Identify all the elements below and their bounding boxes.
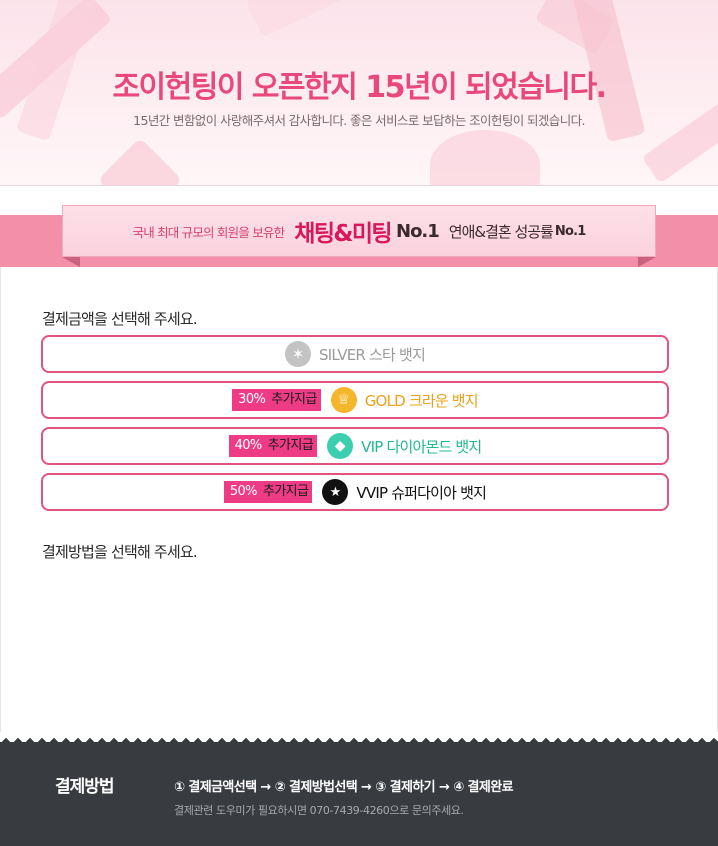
amount-option-vip[interactable]: 40% 추가지급 ◆ VIP 다이아몬드 뱃지	[41, 427, 669, 465]
bonus-tag: 50% 추가지급	[223, 481, 313, 503]
decor-shape	[245, 0, 345, 38]
star-icon: ✶	[285, 341, 312, 367]
bonus-percent: 40%	[234, 438, 263, 453]
ribbon-lead-text: 국내 최대 규모의 회원을 보유한	[132, 224, 286, 240]
badge-label: VIP 다이아몬드 뱃지	[361, 437, 482, 456]
payment-steps: ① 결제금액선택 → ② 결제방법선택 → ③ 결제하기 → ④ 결제완료	[174, 780, 514, 795]
bonus-label: 추가지급	[267, 438, 314, 453]
promo-ribbon: 국내 최대 규모의 회원을 보유한 채팅&미팅 No.1 연애&결혼 성공률 N…	[62, 205, 656, 257]
super-diamond-icon: ★	[322, 479, 349, 505]
crown-icon: ♕	[330, 387, 357, 413]
amount-option-silver[interactable]: ✶ SILVER 스타 뱃지	[41, 335, 669, 373]
bonus-label: 추가지급	[271, 392, 317, 407]
diamond-icon: ◆	[327, 433, 354, 459]
ribbon-secondary-no1-text: No.1	[554, 223, 586, 239]
amount-section-title: 결제금액을 선택해 주세요.	[42, 310, 198, 328]
bonus-tag: 30% 추가지급	[232, 389, 321, 411]
ribbon-fold-left	[62, 257, 80, 267]
ribbon-no1-text: No.1	[396, 220, 440, 242]
bonus-label: 추가지급	[262, 484, 309, 499]
badge-label: SILVER 스타 뱃지	[319, 345, 426, 364]
badge-label: GOLD 크라운 뱃지	[364, 391, 479, 410]
footer-title: 결제방법	[55, 777, 115, 797]
decor-shape	[430, 130, 540, 185]
card-border-left	[0, 267, 1, 733]
decor-shape	[97, 137, 183, 185]
ribbon-secondary-text: 연애&결혼 성공률	[448, 222, 554, 241]
banner-subtitle: 15년간 변함없이 사랑해주셔서 감사합니다. 좋은 서비스로 보답하는 조이헌…	[133, 113, 585, 128]
bonus-percent: 50%	[229, 484, 258, 499]
amount-option-gold[interactable]: 30% 추가지급 ♕ GOLD 크라운 뱃지	[41, 381, 669, 419]
badge-label: VVIP 슈퍼다이아 뱃지	[356, 483, 487, 502]
banner-title: 조이헌팅이 오픈한지 15년이 되었습니다.	[112, 70, 607, 105]
bonus-percent: 30%	[238, 392, 266, 407]
ribbon-fold-right	[638, 257, 656, 267]
anniversary-banner: 조이헌팅이 오픈한지 15년이 되었습니다. 15년간 변함없이 사랑해주셔서 …	[0, 0, 718, 186]
bonus-tag: 40% 추가지급	[228, 435, 318, 457]
ribbon-main-text: 채팅&미팅	[294, 221, 392, 247]
help-contact-text: 결제관련 도우미가 필요하시면 070-7439-4260으로 문의주세요.	[174, 804, 464, 817]
method-section-title: 결제방법을 선택해 주세요.	[42, 543, 198, 561]
amount-option-vvip[interactable]: 50% 추가지급 ★ VVIP 슈퍼다이아 뱃지	[41, 473, 669, 511]
